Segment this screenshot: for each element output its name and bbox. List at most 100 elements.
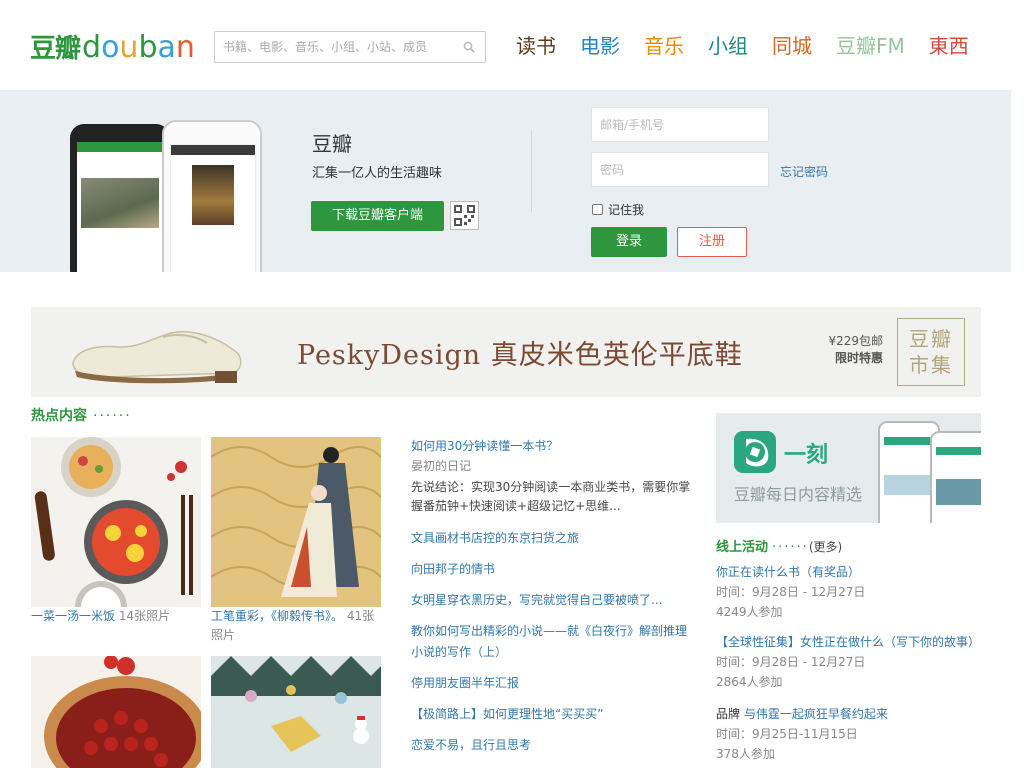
market-logo-line1: 豆瓣 (909, 327, 953, 351)
nav-music[interactable]: 音乐 (644, 32, 684, 60)
banner-price-value: ¥229包邮 (828, 334, 883, 348)
album-title-food[interactable]: 一菜一汤一米饭 (31, 609, 115, 623)
register-button[interactable]: 注册 (677, 227, 747, 257)
article-link[interactable]: 停用朋友圈半年汇报 (411, 673, 691, 693)
yike-app-ad[interactable]: 一刻 豆瓣每日内容精选 (716, 413, 981, 523)
album-photo-illustration[interactable] (211, 656, 381, 768)
nav-dongxi[interactable]: 東西 (929, 32, 969, 60)
hot-title-text: 热点内容 (31, 408, 87, 424)
article-link[interactable]: 文具画材书店控的东京扫货之旅 (411, 528, 691, 548)
remember-label: 记住我 (608, 203, 645, 217)
article-link[interactable]: 向田邦子的情书 (411, 559, 691, 579)
album-photo-food[interactable] (31, 437, 201, 607)
qr-code-icon[interactable] (450, 201, 479, 230)
article-link[interactable]: 女明星穿衣黑历史，写完就觉得自己要被喷了... (411, 590, 691, 610)
search-box (214, 31, 486, 63)
activities-title-text: 线上活动 (716, 540, 769, 555)
hot-article-list: 如何用30分钟读懂一本书？ 晏初的日记 先说结论：实现30分钟阅读一本商业类书，… (411, 436, 691, 755)
top-header: 豆瓣 douban 读书 电影 音乐 小组 同城 豆瓣FM 東西 (0, 0, 1024, 90)
logo-letter: d (82, 30, 102, 65)
shoe-image (72, 330, 242, 384)
download-app-button[interactable]: 下载豆瓣客户端 (311, 201, 444, 231)
online-activities-title: 线上活动 ······(更多) (716, 536, 842, 555)
nav-book[interactable]: 读书 (516, 32, 556, 60)
nav-movie[interactable]: 电影 (580, 32, 620, 60)
banner-title: PeskyDesign 真皮米色英伦平底鞋 (297, 340, 743, 371)
yike-app-icon (734, 431, 776, 473)
article-link[interactable]: 【极简路上】如何更理性地“买买买” (411, 704, 691, 724)
logo-letter: u (119, 30, 139, 65)
email-input[interactable] (592, 108, 768, 141)
phone-back-image (70, 124, 170, 272)
activity-time: 时间：9月28日 - 12月27日 (716, 585, 866, 599)
article-item: 向田邦子的情书 (411, 559, 691, 579)
nav-group[interactable]: 小组 (708, 32, 748, 60)
hot-title-dots: ······ (93, 408, 132, 424)
article-link[interactable]: 如何用30分钟读懂一本书？ (411, 436, 691, 456)
activity-participants: 378人参加 (716, 747, 775, 761)
activity-time: 时间：9月28日 - 12月27日 (716, 655, 866, 669)
logo-en-text: douban (82, 30, 195, 65)
login-button[interactable]: 登录 (591, 227, 667, 257)
album-photo-painting[interactable] (211, 437, 381, 607)
album-count-food: 14张照片 (118, 609, 171, 623)
main-nav: 读书 电影 音乐 小组 同城 豆瓣FM 東西 (516, 32, 969, 60)
activity-item: 【全球性征集】女性正在做什么（写下你的故事） 时间：9月28日 - 12月27日… (716, 632, 981, 692)
market-banner-ad[interactable]: PeskyDesign 真皮米色英伦平底鞋 ¥229包邮 限时特惠 豆瓣 市集 (31, 307, 981, 397)
logo-letter: o (101, 30, 120, 65)
banner-promo: 限时特惠 (834, 351, 883, 365)
banner-price: ¥229包邮 限时特惠 (827, 333, 883, 367)
remember-me[interactable]: 记住我 (592, 201, 644, 218)
phone-front-image (162, 120, 262, 272)
nav-location[interactable]: 同城 (772, 32, 812, 60)
forgot-password-link[interactable]: 忘记密码 (780, 163, 828, 180)
activities-more-link[interactable]: (更多) (809, 540, 842, 554)
logo-letter: a (157, 30, 176, 65)
activity-participants: 4249人参加 (716, 605, 783, 619)
nav-fm[interactable]: 豆瓣FM (836, 32, 905, 60)
article-item: 文具画材书店控的东京扫货之旅 (411, 528, 691, 548)
activity-link[interactable]: 与伟霆一起疯狂早餐约起来 (744, 707, 888, 721)
activity-time: 时间：9月25日-11月15日 (716, 727, 858, 741)
activity-item: 你正在读什么书（有奖品） 时间：9月28日 - 12月27日 4249人参加 (716, 562, 981, 622)
activities-dots: ······ (772, 540, 809, 555)
activity-item: 品牌 与伟霆一起疯狂早餐约起来 时间：9月25日-11月15日 378人参加 (716, 704, 981, 764)
search-icon[interactable] (463, 41, 475, 53)
yike-phone-image-2 (930, 431, 981, 523)
hero-band (0, 90, 1011, 272)
article-excerpt: 先说结论：实现30分钟阅读一本商业类书，需要你掌握番茄钟+快速阅读+超级记忆+思… (411, 480, 691, 513)
douban-market-logo: 豆瓣 市集 (897, 318, 965, 386)
logo-letter: n (175, 30, 195, 65)
article-source[interactable]: 晏初的日记 (411, 456, 691, 476)
activity-participants: 2864人参加 (716, 675, 783, 689)
remember-checkbox[interactable] (592, 204, 603, 215)
email-field (591, 107, 769, 142)
hero-subtitle: 汇集一亿人的生活趣味 (312, 166, 443, 181)
market-logo-line2: 市集 (909, 353, 953, 377)
hero-title: 豆瓣 (312, 132, 352, 156)
activity-link[interactable]: 【全球性征集】女性正在做什么（写下你的故事） (716, 632, 981, 652)
activity-prefix: 品牌 (716, 707, 744, 721)
album-photo-tart[interactable] (31, 656, 201, 768)
album-caption-food: 一菜一汤一米饭 14张照片 (31, 607, 206, 626)
douban-logo[interactable]: 豆瓣 douban (30, 28, 195, 65)
article-item: 【极简路上】如何更理性地“买买买” (411, 704, 691, 724)
activity-link[interactable]: 你正在读什么书（有奖品） (716, 562, 981, 582)
password-field (591, 152, 769, 187)
logo-cn-text: 豆瓣 (30, 34, 81, 64)
article-item: 停用朋友圈半年汇报 (411, 673, 691, 693)
password-input[interactable] (592, 153, 768, 186)
article-link[interactable]: 教你如何写出精彩的小说——就《白夜行》解剖推理小说的写作（上） (411, 621, 691, 663)
article-link[interactable]: 恋爱不易，且行且思考 (411, 735, 691, 755)
search-input[interactable] (215, 32, 455, 62)
yike-app-name: 一刻 (784, 443, 829, 468)
hot-section-title: 热点内容 ······ (31, 405, 132, 425)
album-title-painting[interactable]: 工笔重彩，《柳毅传书》。 (211, 609, 343, 623)
logo-letter: b (138, 30, 158, 65)
album-caption-painting: 工笔重彩，《柳毅传书》。 41张照片 (211, 607, 381, 645)
app-phones-illustration (70, 120, 270, 272)
hero-divider (531, 130, 532, 212)
article-item: 教你如何写出精彩的小说——就《白夜行》解剖推理小说的写作（上） (411, 621, 691, 663)
yike-app-subtitle: 豆瓣每日内容精选 (734, 485, 863, 504)
article-item: 恋爱不易，且行且思考 (411, 735, 691, 755)
